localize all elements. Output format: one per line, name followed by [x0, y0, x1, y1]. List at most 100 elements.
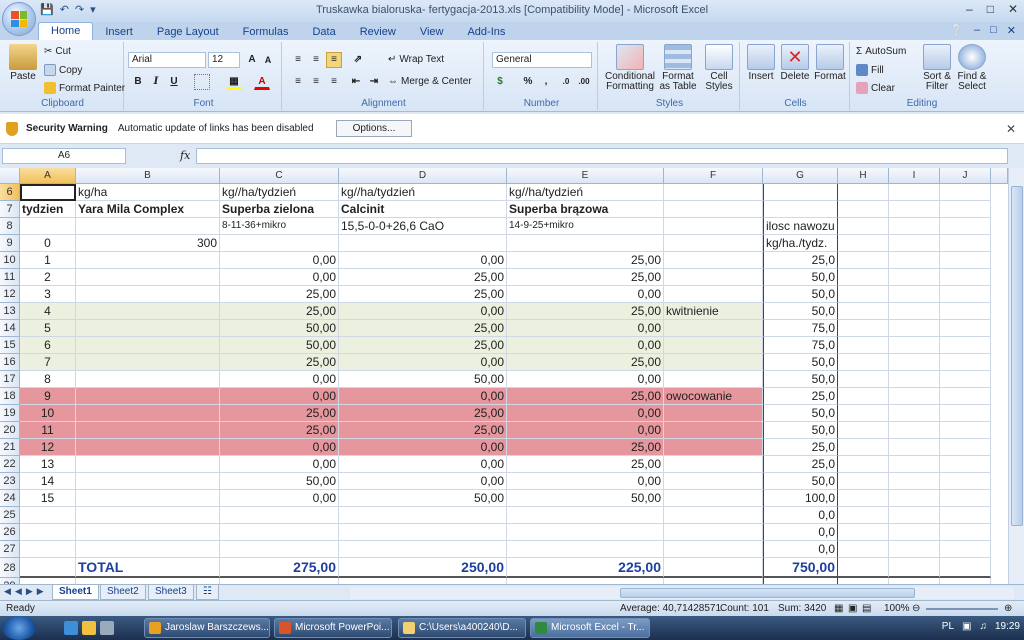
cell-f15[interactable]: [664, 337, 763, 354]
cell-b21[interactable]: [76, 439, 220, 456]
ribbon-restore-icon[interactable]: □: [990, 24, 997, 37]
cell-h18[interactable]: [838, 388, 889, 405]
cell-d14[interactable]: 25,00: [339, 320, 507, 337]
align-bottom-icon[interactable]: ≡: [326, 52, 342, 68]
cell-e10[interactable]: 25,00: [507, 252, 664, 269]
cell-e19[interactable]: 0,00: [507, 405, 664, 422]
cell-j23[interactable]: [940, 473, 991, 490]
cell-c27[interactable]: [220, 541, 339, 558]
decrease-indent-icon[interactable]: ⇤: [348, 74, 364, 90]
underline-button[interactable]: U: [166, 74, 182, 90]
cell-b18[interactable]: [76, 388, 220, 405]
cell-c23[interactable]: 50,00: [220, 473, 339, 490]
page-break-view-icon[interactable]: ▤: [862, 603, 871, 614]
cell-h7[interactable]: [838, 201, 889, 218]
font-size-select[interactable]: 12: [208, 52, 240, 68]
row-header[interactable]: 14: [0, 320, 20, 337]
cell-c19[interactable]: 25,00: [220, 405, 339, 422]
cell-j15[interactable]: [940, 337, 991, 354]
cell-a15[interactable]: 6: [20, 337, 76, 354]
cell-c7[interactable]: Superba zielona: [220, 201, 339, 218]
cell-i17[interactable]: [889, 371, 940, 388]
tab-formulas[interactable]: Formulas: [231, 24, 301, 40]
cell-c11[interactable]: 0,00: [220, 269, 339, 286]
cell-h14[interactable]: [838, 320, 889, 337]
column-header-a[interactable]: A: [20, 168, 76, 184]
cell-f22[interactable]: [664, 456, 763, 473]
office-button[interactable]: [2, 2, 36, 36]
cell-i22[interactable]: [889, 456, 940, 473]
cell-b8[interactable]: [76, 218, 220, 235]
cell-c25[interactable]: [220, 507, 339, 524]
taskbar-item-explorer[interactable]: C:\Users\a400240\D...: [398, 618, 526, 638]
merge-center-button[interactable]: ⇔ Merge & Center: [388, 76, 472, 87]
row-header[interactable]: 23: [0, 473, 20, 490]
sheet-tab-2[interactable]: Sheet2: [100, 585, 146, 600]
cell-e26[interactable]: [507, 524, 664, 541]
insert-sheet-icon[interactable]: ☷: [196, 585, 219, 600]
cell-b19[interactable]: [76, 405, 220, 422]
cell-j21[interactable]: [940, 439, 991, 456]
fill-button[interactable]: Fill: [856, 64, 884, 76]
zoom-out-icon[interactable]: ⊖: [912, 603, 920, 614]
comma-button[interactable]: ,: [538, 74, 554, 90]
cell-j22[interactable]: [940, 456, 991, 473]
row-header[interactable]: 21: [0, 439, 20, 456]
cell-f7[interactable]: [664, 201, 763, 218]
cell-i18[interactable]: [889, 388, 940, 405]
cell-i13[interactable]: [889, 303, 940, 320]
cell-i21[interactable]: [889, 439, 940, 456]
row-header[interactable]: 16: [0, 354, 20, 371]
cell-j12[interactable]: [940, 286, 991, 303]
percent-button[interactable]: %: [520, 74, 536, 90]
insert-cells-button[interactable]: Insert: [744, 44, 778, 82]
cell-g16[interactable]: 50,0: [763, 354, 838, 371]
number-format-select[interactable]: General: [492, 52, 592, 68]
align-top-icon[interactable]: ≡: [290, 52, 306, 68]
cell-f13[interactable]: kwitnienie: [664, 303, 763, 320]
cell-a24[interactable]: 15: [20, 490, 76, 507]
cell-b13[interactable]: [76, 303, 220, 320]
cell-b7[interactable]: Yara Mila Complex: [76, 201, 220, 218]
cell-d20[interactable]: 25,00: [339, 422, 507, 439]
cell-j14[interactable]: [940, 320, 991, 337]
column-header-j[interactable]: J: [940, 168, 991, 184]
decrease-decimal-icon[interactable]: .00: [576, 74, 592, 90]
cell-h28[interactable]: [838, 558, 889, 578]
select-all-corner[interactable]: [0, 168, 20, 184]
font-name-select[interactable]: Arial: [128, 52, 206, 68]
cell-c26[interactable]: [220, 524, 339, 541]
cell-j26[interactable]: [940, 524, 991, 541]
cell-j13[interactable]: [940, 303, 991, 320]
cell-a21[interactable]: 12: [20, 439, 76, 456]
font-color-icon[interactable]: A: [254, 74, 270, 90]
cell-g13[interactable]: 50,0: [763, 303, 838, 320]
cell-b28[interactable]: TOTAL: [76, 558, 220, 578]
cell-f9[interactable]: [664, 235, 763, 252]
cell-j27[interactable]: [940, 541, 991, 558]
row-header[interactable]: 26: [0, 524, 20, 541]
cell-a8[interactable]: [20, 218, 76, 235]
cell-a11[interactable]: 2: [20, 269, 76, 286]
help-icon[interactable]: ❔: [950, 24, 964, 37]
cell-d19[interactable]: 25,00: [339, 405, 507, 422]
cell-g6[interactable]: [763, 184, 838, 201]
paste-button[interactable]: Paste: [6, 44, 40, 82]
format-as-table-button[interactable]: Format as Table: [658, 44, 698, 92]
cell-b14[interactable]: [76, 320, 220, 337]
cell-c22[interactable]: 0,00: [220, 456, 339, 473]
taskbar-item-excel[interactable]: Microsoft Excel - Tr...: [530, 618, 650, 638]
cell-e11[interactable]: 25,00: [507, 269, 664, 286]
ribbon-minimize-icon[interactable]: –: [974, 24, 980, 37]
cell-b25[interactable]: [76, 507, 220, 524]
cell-b10[interactable]: [76, 252, 220, 269]
cell-a26[interactable]: [20, 524, 76, 541]
cell-b23[interactable]: [76, 473, 220, 490]
cell-a13[interactable]: 4: [20, 303, 76, 320]
column-header-h[interactable]: H: [838, 168, 889, 184]
cell-f18[interactable]: owocowanie: [664, 388, 763, 405]
row-header[interactable]: 22: [0, 456, 20, 473]
cell-b27[interactable]: [76, 541, 220, 558]
column-header-i[interactable]: I: [889, 168, 940, 184]
cell-g28[interactable]: 750,00: [763, 558, 838, 578]
